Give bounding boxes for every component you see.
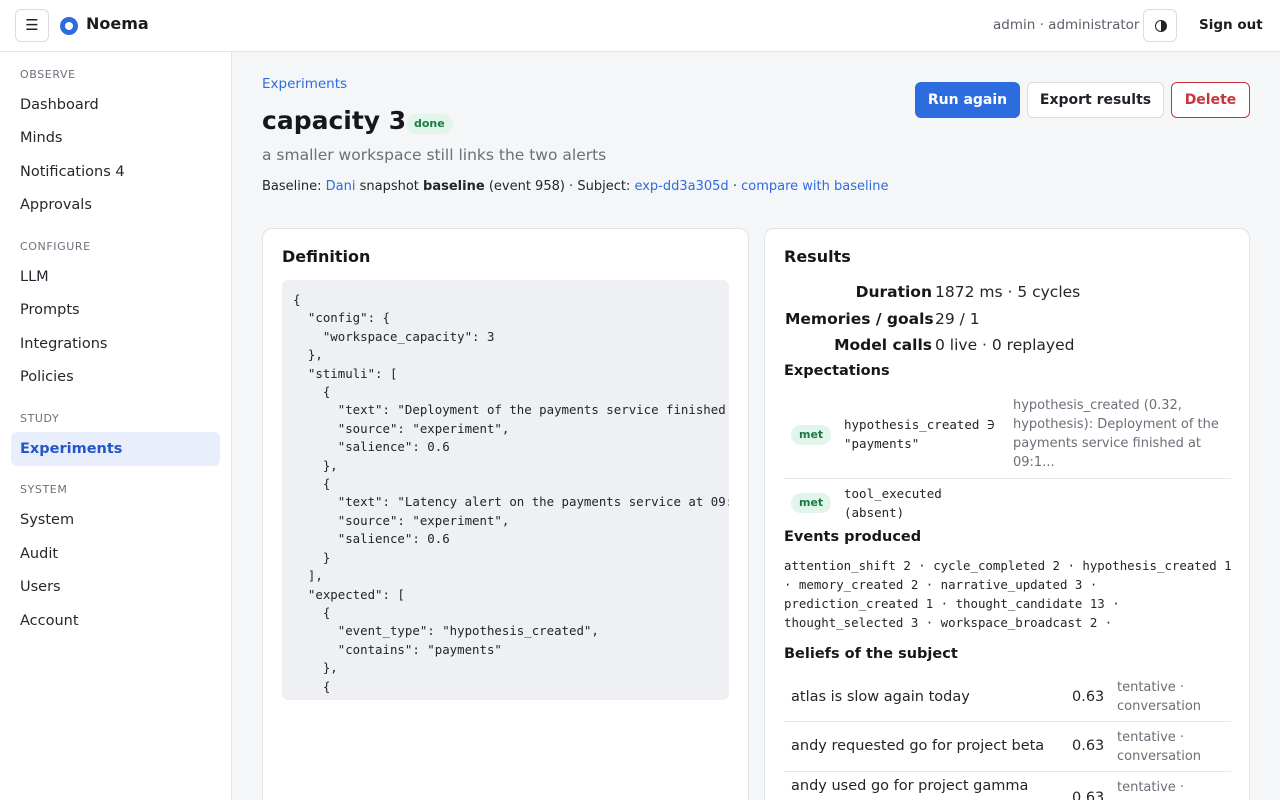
baseline-label: Baseline: bbox=[262, 179, 322, 194]
sidebar-item-system[interactable]: System bbox=[11, 503, 220, 537]
top-bar: ☰ Noema admin · administrator Sign out bbox=[0, 0, 1280, 52]
belief-score: 0.63 bbox=[1072, 790, 1105, 800]
snapshot-word: snapshot bbox=[359, 179, 419, 194]
sidebar-item-approvals[interactable]: Approvals bbox=[11, 188, 220, 222]
belief-score: 0.63 bbox=[1072, 689, 1105, 705]
hamburger-icon: ☰ bbox=[25, 16, 39, 34]
definition-title: Definition bbox=[282, 247, 371, 266]
belief-row: andy requested go for project beta 0.63 … bbox=[784, 722, 1231, 772]
page-subtitle: a smaller workspace still links the two … bbox=[262, 146, 607, 164]
results-title: Results bbox=[784, 247, 851, 266]
sidebar-item-prompts[interactable]: Prompts bbox=[11, 293, 220, 327]
belief-tag: tentative · conversation bbox=[1117, 730, 1202, 764]
run-again-button[interactable]: Run again bbox=[915, 82, 1020, 118]
belief-text: andy used go for project gamma bbox=[791, 778, 1029, 794]
belief-text: atlas is slow again today bbox=[791, 689, 970, 705]
definition-code-block[interactable]: { "config": { "workspace_capacity": 3 },… bbox=[282, 280, 729, 700]
event-ref: (event 958) · bbox=[488, 179, 574, 194]
breadcrumb-experiments[interactable]: Experiments bbox=[262, 76, 347, 92]
contrast-icon bbox=[1155, 20, 1167, 32]
stat-label: Model calls bbox=[834, 336, 932, 354]
sidebar: OBSERVE Dashboard Minds Notifications 4 … bbox=[0, 52, 232, 800]
menu-toggle-button[interactable]: ☰ bbox=[15, 9, 49, 42]
sidebar-item-experiments[interactable]: Experiments bbox=[11, 432, 220, 466]
results-panel: Results Duration 1872 ms · 5 cycles Memo… bbox=[764, 228, 1250, 800]
belief-row: atlas is slow again today 0.63 tentative… bbox=[784, 672, 1231, 722]
sidebar-item-audit[interactable]: Audit bbox=[11, 537, 220, 571]
stat-value: 29 / 1 bbox=[935, 309, 980, 328]
subject-link[interactable]: exp-dd3a305d bbox=[634, 179, 728, 194]
theme-toggle-button[interactable] bbox=[1143, 9, 1177, 42]
sidebar-section-system: SYSTEM bbox=[20, 483, 68, 496]
belief-tag: tentative · conversation bbox=[1117, 680, 1202, 714]
sidebar-item-llm[interactable]: LLM bbox=[11, 260, 220, 294]
stat-label: Duration bbox=[855, 283, 932, 301]
subject-label: Subject: bbox=[577, 179, 631, 194]
snapshot-name: baseline bbox=[423, 179, 485, 194]
beliefs-heading: Beliefs of the subject bbox=[784, 646, 958, 662]
stat-label: Memories / goals bbox=[785, 309, 934, 328]
sidebar-item-integrations[interactable]: Integrations bbox=[11, 327, 220, 361]
stat-value: 0 live · 0 replayed bbox=[935, 336, 1075, 354]
sidebar-item-dashboard[interactable]: Dashboard bbox=[11, 88, 220, 122]
export-results-button[interactable]: Export results bbox=[1027, 82, 1164, 118]
sidebar-item-minds[interactable]: Minds bbox=[11, 121, 220, 155]
meta-separator: · bbox=[732, 179, 737, 194]
sidebar-item-account[interactable]: Account bbox=[11, 604, 220, 638]
compare-baseline-link[interactable]: compare with baseline bbox=[741, 179, 888, 194]
expectation-rule: tool_executed (absent) bbox=[844, 486, 942, 520]
expectations-heading: Expectations bbox=[784, 363, 890, 379]
sidebar-section-configure: CONFIGURE bbox=[20, 240, 91, 253]
belief-row: andy used go for project gamma 0.63 tent… bbox=[784, 772, 1231, 800]
sidebar-item-notifications[interactable]: Notifications 4 bbox=[11, 155, 220, 189]
sidebar-section-study: STUDY bbox=[20, 412, 60, 425]
brand-name[interactable]: Noema bbox=[86, 14, 149, 33]
delete-button[interactable]: Delete bbox=[1171, 82, 1250, 118]
events-heading: Events produced bbox=[784, 529, 922, 545]
sidebar-item-users[interactable]: Users bbox=[11, 570, 220, 604]
expectation-rule: hypothesis_created ∋ "payments" bbox=[844, 417, 995, 451]
belief-text: andy requested go for project beta bbox=[791, 738, 1045, 754]
logo-icon bbox=[60, 17, 78, 35]
definition-code: { "config": { "workspace_capacity": 3 },… bbox=[293, 292, 729, 694]
status-badge: done bbox=[406, 114, 453, 134]
sidebar-section-observe: OBSERVE bbox=[20, 68, 76, 81]
expectation-row: met hypothesis_created ∋ "payments" hypo… bbox=[784, 392, 1231, 479]
expectation-row: met tool_executed (absent) bbox=[784, 479, 1231, 529]
belief-tag: tentative · bbox=[1117, 780, 1185, 795]
met-badge: met bbox=[791, 425, 832, 445]
sidebar-item-policies[interactable]: Policies bbox=[11, 360, 220, 394]
experiment-meta: Baseline: Dani snapshot baseline (event … bbox=[262, 179, 888, 194]
events-produced-list: attention_shift 2 · cycle_completed 2 · … bbox=[784, 558, 1232, 630]
expectation-note: hypothesis_created (0.32, hypothesis): D… bbox=[1013, 398, 1219, 470]
sign-out-button[interactable]: Sign out bbox=[1199, 17, 1263, 33]
page-title: capacity 3 bbox=[262, 106, 407, 135]
belief-score: 0.63 bbox=[1072, 738, 1105, 754]
stat-value: 1872 ms · 5 cycles bbox=[935, 283, 1081, 301]
definition-panel: Definition { "config": { "workspace_capa… bbox=[262, 228, 749, 800]
met-badge: met bbox=[791, 493, 832, 513]
user-label: admin · administrator bbox=[993, 17, 1140, 33]
baseline-mind-link[interactable]: Dani bbox=[326, 179, 356, 194]
